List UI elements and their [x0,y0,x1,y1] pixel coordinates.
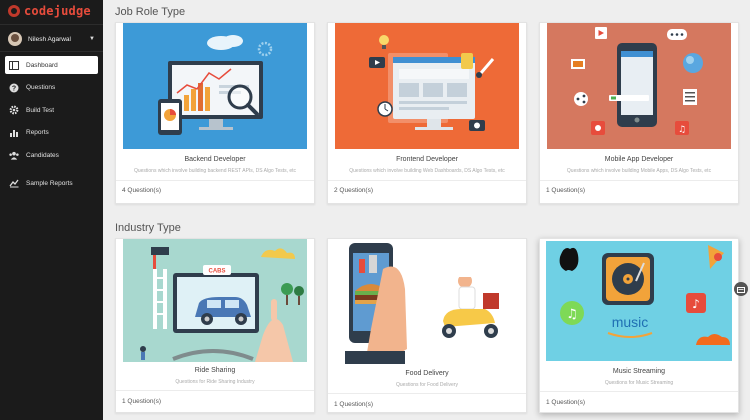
sidebar-item-label: Build Test [26,106,55,114]
sidebar-item-sample-reports[interactable]: Sample Reports [5,174,98,192]
question-count: 1 Question(s) [546,187,586,194]
sidebar-item-label: Sample Reports [26,179,73,187]
job-card-frontend[interactable]: Frontend Developer Questions which invol… [327,22,527,204]
users-icon [9,150,19,160]
card-divider [540,180,738,181]
user-menu[interactable]: Nilesh Agarwal ▼ [0,24,103,52]
ride-sharing-illustration: CABS [123,239,307,362]
sidebar-item-dashboard[interactable]: Dashboard [5,56,98,74]
card-description: Questions for Music Streaming [604,380,674,386]
section-title-industry: Industry Type [115,222,181,234]
card-title: Mobile App Developer [604,156,674,163]
sidebar-item-questions[interactable]: ? Questions [5,79,98,97]
sidebar-nav: Dashboard ? Questions Build Test Reports… [0,56,103,192]
card-title: Music Streaming [612,368,666,375]
sidebar-item-label: Dashboard [26,61,58,69]
avatar [8,32,22,46]
line-chart-icon [9,178,19,188]
sidebar-item-label: Reports [26,129,49,136]
section-title-job-role: Job Role Type [115,6,186,18]
message-icon [737,280,745,298]
sidebar-item-reports[interactable]: Reports [5,124,98,142]
mobile-illustration: ♫ [547,23,731,149]
card-description: Questions which involve building backend… [133,168,297,174]
chevron-down-icon[interactable]: ▼ [89,36,95,42]
sidebar-item-build-test[interactable]: Build Test [5,101,98,119]
card-divider [116,390,314,391]
music-streaming-illustration: ♫ music ♪ [546,241,732,361]
sidebar: codejudge Nilesh Agarwal ▼ Dashboard ? Q… [0,0,103,420]
ride-sign-text: CABS [208,269,225,275]
card-description: Questions for Food Delivery [396,382,458,388]
settings-icon [9,105,19,115]
job-card-mobile[interactable]: ♫ Mobile App Developer Questions which i… [539,22,739,204]
user-name: Nilesh Agarwal [28,35,71,43]
question-count: 1 Question(s) [334,401,374,408]
card-title: Frontend Developer [396,156,458,163]
svg-text:♪: ♪ [692,297,700,311]
sidebar-item-candidates[interactable]: Candidates [5,146,98,164]
backend-illustration [123,23,307,149]
sidebar-item-label: Questions [26,84,56,91]
card-divider [328,393,526,394]
svg-text:?: ? [12,85,16,92]
chat-handle[interactable] [734,282,748,296]
food-delivery-illustration [335,239,519,364]
card-title: Ride Sharing [194,367,236,374]
industry-card-ride-sharing[interactable]: CABS Ride Sharing Questions for Ride Sha… [115,238,315,413]
card-divider [328,180,526,181]
help-icon: ? [9,83,19,93]
sidebar-item-label: Candidates [26,151,59,159]
card-divider [540,391,738,392]
question-count: 4 Question(s) [122,187,162,194]
card-title: Backend Developer [184,156,246,163]
job-card-backend[interactable]: Backend Developer Questions which involv… [115,22,315,204]
brand-logo[interactable]: codejudge [0,0,103,22]
music-word-text: music [612,314,649,330]
logo-mark-icon [8,5,20,17]
card-description: Questions which involve building Mobile … [566,168,712,174]
brand-name: codejudge [24,4,91,18]
question-count: 1 Question(s) [546,399,586,406]
svg-text:♫: ♫ [678,125,686,135]
card-divider [116,180,314,181]
frontend-illustration [335,23,519,149]
question-count: 1 Question(s) [122,398,162,405]
industry-card-music-streaming[interactable]: ♫ music ♪ Music Streaming Questions for … [539,238,739,413]
industry-card-food-delivery[interactable]: Food Delivery Questions for Food Deliver… [327,238,527,413]
bar-chart-icon [9,128,19,138]
dashboard-icon [9,60,19,70]
card-description: Questions which involve building Web Das… [349,168,505,174]
card-title: Food Delivery [405,370,449,377]
question-count: 2 Question(s) [334,187,374,194]
svg-text:♫: ♫ [566,307,578,322]
card-description: Questions for Ride Sharing Industry [175,379,255,385]
